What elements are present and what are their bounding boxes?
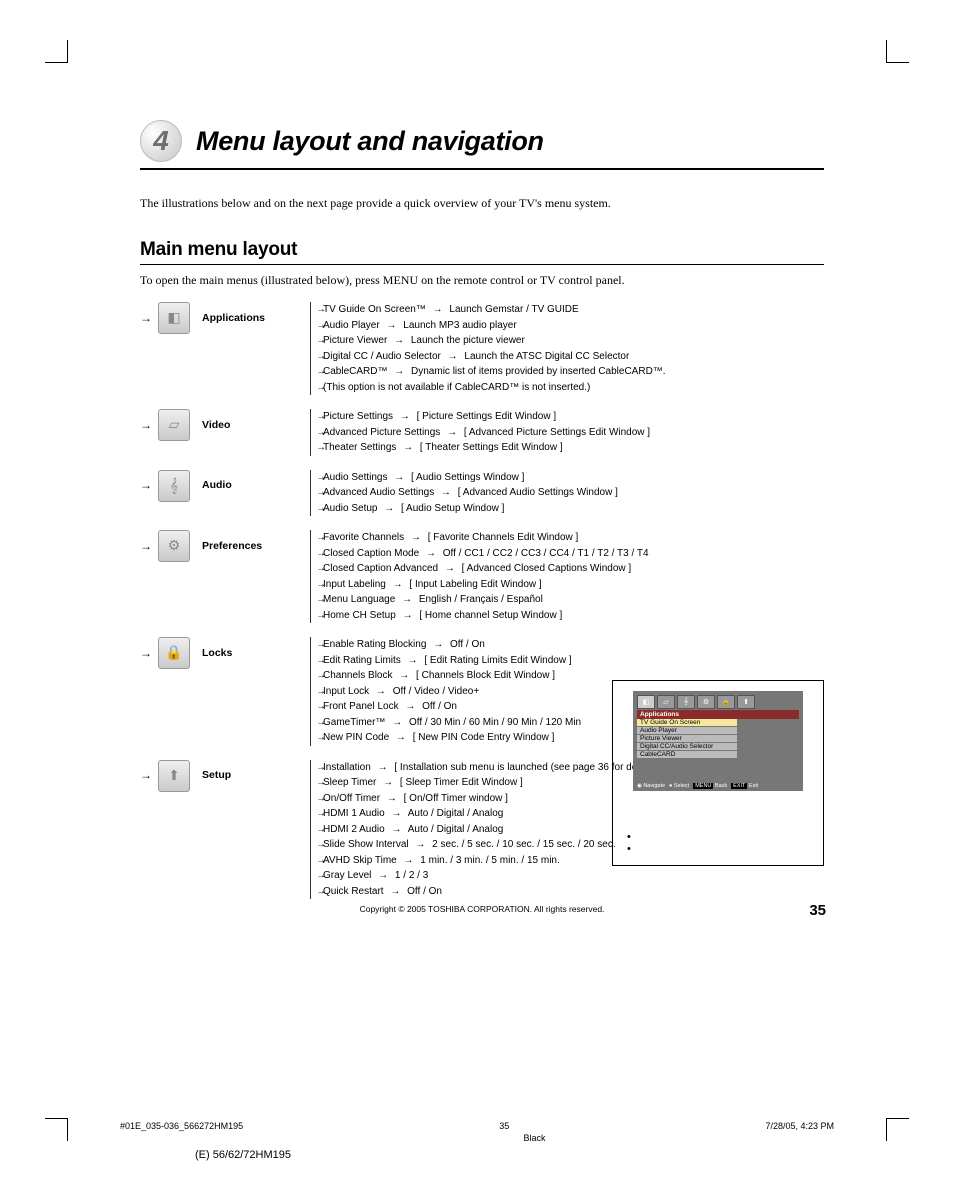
menu-item: Advanced Picture Settings → [ Advanced P… [317, 425, 650, 441]
arrow-icon: → [140, 416, 152, 435]
crop-mark [886, 1118, 909, 1141]
osd-footer-item: MENU Back [693, 783, 727, 789]
osd-tab: ⚙ [697, 695, 715, 709]
osd-tab: 🔒 [717, 695, 735, 709]
menu-item: Input Labeling → [ Input Labeling Edit W… [317, 577, 649, 593]
intro-text: The illustrations below and on the next … [140, 196, 824, 211]
menu-item: CableCARD™ → Dynamic list of items provi… [317, 364, 666, 380]
osd-item: Picture Viewer [637, 735, 737, 742]
osd-preview-box: ◧▱𝄞⚙🔒⬆ Applications TV Guide On ScreenAu… [612, 680, 824, 866]
locks-icon: 🔒 [158, 637, 190, 669]
menu-item: Digital CC / Audio Selector → Launch the… [317, 349, 666, 365]
menu-item: Audio Player → Launch MP3 audio player [317, 318, 666, 334]
osd-tab: ◧ [637, 695, 655, 709]
menu-item: Picture Viewer → Launch the picture view… [317, 333, 666, 349]
menu-item: Theater Settings → [ Theater Settings Ed… [317, 440, 650, 456]
crop-mark [45, 1118, 68, 1141]
audio-icon: 𝄞 [158, 470, 190, 502]
menu-label: Locks [202, 645, 232, 661]
preferences-icon: ⚙ [158, 530, 190, 562]
menu-label: Applications [202, 310, 265, 326]
print-footer: #01E_035-036_566272HM195 35 7/28/05, 4:2… [80, 1121, 874, 1161]
osd-item: TV Guide On Screen [637, 719, 737, 726]
osd-footer-item: EXIT Exit [731, 783, 758, 789]
video-icon: ▱ [158, 409, 190, 441]
setup-icon: ⬆ [158, 760, 190, 792]
section-heading: Main menu layout [140, 239, 824, 265]
menu-audio: → 𝄞 Audio Audio Settings → [ Audio Settings… [140, 470, 824, 517]
menu-item: Quick Restart → Off / On [317, 884, 664, 900]
menu-item: Channels Block → [ Channels Block Edit W… [317, 668, 581, 684]
arrow-icon: → [140, 644, 152, 663]
menu-item: Front Panel Lock → Off / On [317, 699, 581, 715]
section-sub: To open the main menus (illustrated belo… [140, 273, 824, 288]
apps-icon: ◧ [158, 302, 190, 334]
menu-item: Menu Language → English / Français / Esp… [317, 592, 649, 608]
menu-label: Setup [202, 767, 231, 783]
arrow-icon: → [140, 476, 152, 495]
arrow-icon: → [140, 766, 152, 785]
crop-mark [45, 40, 68, 63]
menu-video: → ▱ Video Picture Settings → [ Picture Sett… [140, 409, 824, 456]
menu-item: Picture Settings → [ Picture Settings Ed… [317, 409, 650, 425]
menu-item: New PIN Code → [ New PIN Code Entry Wind… [317, 730, 581, 746]
osd-tab: 𝄞 [677, 695, 695, 709]
osd-category: Applications [637, 710, 799, 719]
chapter-title: Menu layout and navigation [196, 126, 544, 157]
crop-mark [886, 40, 909, 63]
copyright: Copyright © 2005 TOSHIBA CORPORATION. Al… [140, 904, 824, 914]
menu-applications: → ◧ Applications TV Guide On Screen™ → Laun… [140, 302, 824, 395]
menu-item: Gray Level → 1 / 2 / 3 [317, 868, 664, 884]
menu-item: Closed Caption Advanced → [ Advanced Clo… [317, 561, 649, 577]
menu-item: Audio Settings → [ Audio Settings Window… [317, 470, 618, 486]
menu-item: TV Guide On Screen™ → Launch Gemstar / T… [317, 302, 666, 318]
menu-item: Closed Caption Mode → Off / CC1 / CC2 / … [317, 546, 649, 562]
page-number: 35 [809, 902, 826, 919]
osd-tab: ⬆ [737, 695, 755, 709]
menu-preferences: → ⚙ Preferences Favorite Channels → [ Favor… [140, 530, 824, 623]
osd-footer-item: ◉ Navigate [637, 783, 665, 789]
osd-item: Audio Player [637, 727, 737, 734]
osd-item: CableCARD [637, 751, 737, 758]
menu-item: Enable Rating Blocking → Off / On [317, 637, 581, 653]
arrow-icon: → [140, 537, 152, 556]
menu-item: Edit Rating Limits → [ Edit Rating Limit… [317, 653, 581, 669]
menu-item: GameTimer™ → Off / 30 Min / 60 Min / 90 … [317, 715, 581, 731]
menu-item: Favorite Channels → [ Favorite Channels … [317, 530, 649, 546]
osd-tab: ▱ [657, 695, 675, 709]
osd-item: Digital CC/Audio Selector [637, 743, 737, 750]
menu-item: Advanced Audio Settings → [ Advanced Aud… [317, 485, 618, 501]
menu-label: Audio [202, 477, 232, 493]
menu-item: Input Lock → Off / Video / Video+ [317, 684, 581, 700]
arrow-icon: → [140, 309, 152, 328]
menu-note: (This option is not available if CableCA… [317, 380, 666, 396]
menu-label: Video [202, 417, 230, 433]
osd-footer-item: ● Select [669, 783, 689, 789]
chapter-number-badge: 4 [140, 120, 182, 162]
menu-item: Home CH Setup → [ Home channel Setup Win… [317, 608, 649, 624]
menu-label: Preferences [202, 538, 262, 554]
menu-item: Audio Setup → [ Audio Setup Window ] [317, 501, 618, 517]
